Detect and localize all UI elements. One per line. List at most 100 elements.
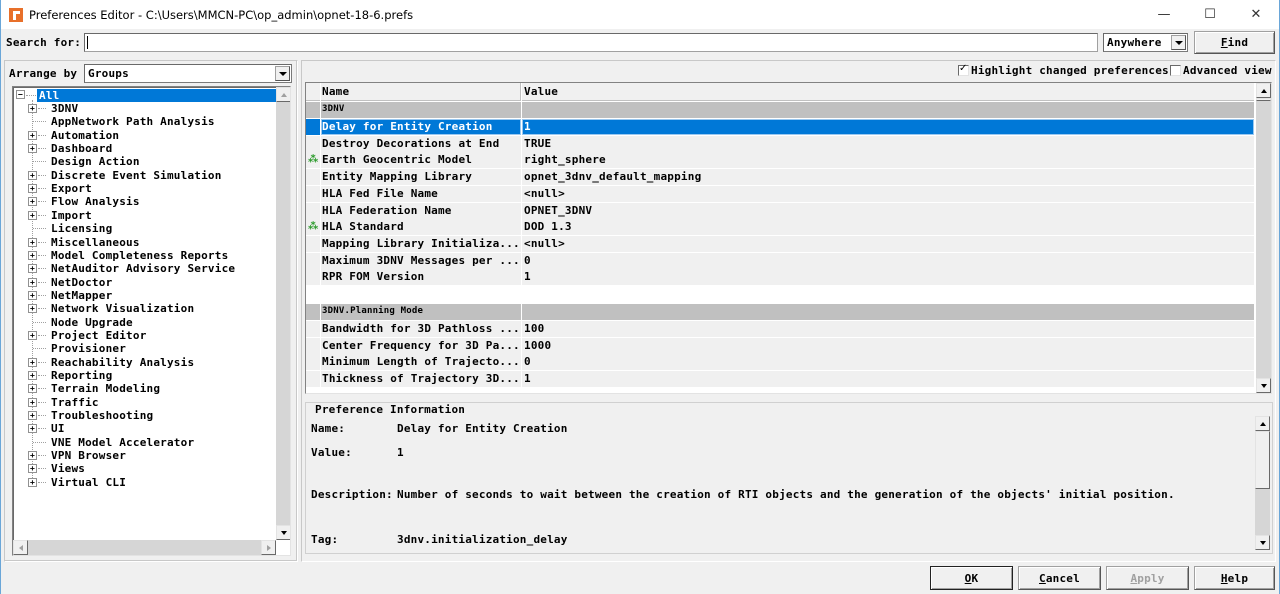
expand-icon[interactable]: + [28,250,37,260]
tree-vertical-scrollbar[interactable] [276,87,290,540]
pref-name-cell[interactable]: HLA Fed File Name [321,185,521,202]
pref-value-cell[interactable]: right_sphere [522,152,1254,169]
expand-icon[interactable]: + [28,304,37,314]
chevron-down-icon[interactable] [1171,35,1186,50]
expand-icon[interactable]: + [28,130,37,140]
pref-name-cell[interactable]: Destroy Decorations at End [321,135,521,152]
table-vertical-scrollbar[interactable] [1256,83,1271,393]
table-row[interactable]: Thickness of Trajectory 3D... 1 [306,371,1254,388]
advanced-view-checkbox[interactable] [1170,65,1181,76]
tree-horizontal-scrollbar[interactable] [13,540,276,555]
highlight-changed-checkbox[interactable] [958,63,969,76]
expand-icon[interactable]: + [28,144,37,154]
table-row[interactable]: ⁂ HLA Standard DOD 1.3 [306,219,1254,236]
pref-value-cell[interactable]: opnet_3dnv_default_mapping [522,169,1254,186]
expand-icon[interactable]: + [28,237,37,247]
tree-item-all[interactable]: All [37,89,278,102]
pref-value-cell[interactable]: 1 [522,119,1254,135]
column-header-value[interactable]: Value [522,83,1254,101]
scroll-down-icon[interactable] [1256,378,1271,393]
scroll-up-icon[interactable] [276,87,290,102]
expand-icon[interactable]: + [28,210,37,220]
pref-name-cell[interactable]: Earth Geocentric Model [321,152,521,169]
maximize-button[interactable]: ☐ [1187,0,1233,29]
pref-value-cell[interactable]: 1 [522,269,1254,286]
pref-value-cell[interactable]: 1000 [522,337,1254,354]
tree-item[interactable]: Export [51,182,92,195]
pref-value-cell[interactable]: 0 [522,252,1254,269]
table-row[interactable]: Bandwidth for 3D Pathloss ... 100 [306,321,1254,337]
pref-name-cell[interactable]: Entity Mapping Library [321,169,521,186]
table-row[interactable]: Entity Mapping Library opnet_3dnv_default… [306,169,1254,186]
tree-item[interactable]: Licensing [51,222,112,235]
scroll-left-icon[interactable] [13,540,28,555]
pref-name-cell[interactable]: Maximum 3DNV Messages per ... [321,252,521,269]
tree-item[interactable]: Miscellaneous [51,236,140,249]
pref-name-cell[interactable]: Minimum Length of Trajecto... [321,354,521,371]
pref-value-cell[interactable]: OPNET_3DNV [522,202,1254,219]
pref-value-cell[interactable]: TRUE [522,135,1254,152]
expand-icon[interactable]: + [28,197,37,207]
table-row[interactable]: Minimum Length of Trajecto... 0 [306,354,1254,371]
expand-icon[interactable]: + [28,330,37,340]
tree-item[interactable]: VPN Browser [51,449,126,462]
highlight-changed-label[interactable]: Highlight changed preferences [971,64,1169,77]
table-row[interactable]: Maximum 3DNV Messages per ... 0 [306,252,1254,269]
pref-value-cell[interactable]: 0 [522,354,1254,371]
help-button[interactable]: Help [1194,566,1275,590]
tree-item[interactable]: VNE Model Accelerator [51,436,194,449]
expand-icon[interactable]: + [28,277,37,287]
tree-item[interactable]: NetDoctor [51,276,112,289]
scroll-down-icon[interactable] [1255,535,1270,550]
tree-item[interactable]: Traffic [51,396,99,409]
expand-icon[interactable]: + [28,464,37,474]
tree-item[interactable]: Reachability Analysis [51,356,194,369]
pref-name-cell[interactable]: Thickness of Trajectory 3D... [321,371,521,388]
tree-item[interactable]: UI [51,422,65,435]
scroll-thumb[interactable] [1256,98,1271,101]
search-scope-select[interactable]: Anywhere [1103,33,1188,52]
expand-icon[interactable]: + [28,371,37,380]
scroll-right-icon[interactable] [261,540,276,555]
preferences-table[interactable]: Name Value 3DNV Delay for Entity Creation… [305,82,1272,394]
find-button[interactable]: Find [1194,31,1275,54]
tree-item[interactable]: Reporting [51,369,112,382]
expand-icon[interactable]: + [28,451,37,461]
tree-item[interactable]: NetMapper [51,289,112,302]
arrange-by-select[interactable]: Groups [84,64,292,83]
collapse-icon[interactable]: − [16,90,25,99]
pref-name-cell[interactable]: HLA Standard [321,219,521,236]
group-tree[interactable]: − All +3DNV AppNetwork Path Analysis + Auto… [12,86,291,556]
pref-value-cell[interactable]: <null> [522,185,1254,202]
expand-icon[interactable]: + [28,184,37,194]
tree-item[interactable]: Model Completeness Reports [51,249,228,262]
search-input[interactable] [84,33,1098,52]
info-vertical-scrollbar[interactable] [1255,416,1270,550]
tree-item[interactable]: Network Visualization [51,302,194,315]
ok-button[interactable]: OK [930,566,1013,590]
expand-icon[interactable]: + [28,411,37,421]
scroll-down-icon[interactable] [276,525,290,540]
minimize-button[interactable]: — [1141,0,1187,29]
tree-item[interactable]: Node Upgrade [51,316,133,329]
expand-icon[interactable]: + [28,357,37,367]
pref-value-cell[interactable]: <null> [522,235,1254,252]
scroll-up-icon[interactable] [1255,416,1270,431]
pref-value-cell[interactable]: 100 [522,321,1254,337]
pref-name-cell[interactable]: Delay for Entity Creation [321,119,521,135]
table-row[interactable]: Destroy Decorations at End TRUE [306,135,1254,152]
scroll-thumb[interactable] [1255,431,1270,489]
tree-item[interactable]: Flow Analysis [51,195,140,208]
expand-icon[interactable]: + [28,477,37,487]
tree-item[interactable]: Troubleshooting [51,409,153,422]
pref-name-cell[interactable]: Center Frequency for 3D Pa... [321,337,521,354]
expand-icon[interactable]: + [28,104,37,113]
tree-item[interactable]: Design Action [51,155,140,168]
expand-icon[interactable]: + [28,397,37,407]
table-row[interactable]: Center Frequency for 3D Pa... 1000 [306,337,1254,354]
tree-item[interactable]: Virtual CLI [51,476,126,489]
expand-icon[interactable]: + [28,264,37,274]
tree-item[interactable]: Automation [51,129,119,142]
tree-item[interactable]: Discrete Event Simulation [51,169,222,182]
pref-value-cell[interactable]: 1 [522,371,1254,388]
